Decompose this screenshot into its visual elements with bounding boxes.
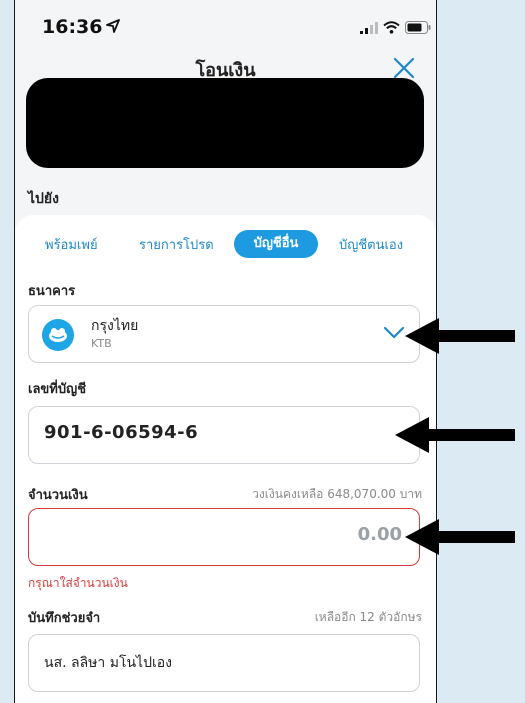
tab-favorites[interactable]: รายการโปรด (139, 234, 214, 255)
chevron-down-icon[interactable] (383, 325, 405, 344)
tab-promptpay[interactable]: พร้อมเพย์ (45, 234, 98, 255)
annotation-arrow-account (395, 417, 515, 453)
krungthai-bank-logo-icon (42, 319, 74, 351)
amount-error-text: กรุณาใส่จำนวนเงิน (28, 576, 128, 590)
account-number-value: 901-6-06594-6 (44, 422, 199, 443)
bank-select[interactable]: กรุงไทย KTB (28, 305, 420, 363)
status-bar: 16:36 (15, 0, 436, 48)
redacted-account-card (26, 78, 424, 168)
battery-icon (405, 19, 431, 38)
bank-label: ธนาคาร (28, 284, 76, 299)
bank-code: KTB (91, 337, 112, 350)
amount-field[interactable]: 0.00 (28, 508, 420, 566)
location-arrow-icon (106, 18, 120, 37)
annotation-arrow-bank (405, 318, 515, 354)
status-time: 16:36 (42, 16, 103, 38)
memo-label: บันทึกช่วยจำ (28, 611, 101, 626)
memo-value: นส. ลลิษา มโนไปเอง (44, 655, 172, 671)
memo-field[interactable]: นส. ลลิษา มโนไปเอง (28, 634, 420, 692)
annotation-arrow-amount (405, 519, 515, 555)
tab-other-account[interactable]: บัญชีอื่น (234, 230, 318, 258)
status-icons (360, 19, 431, 38)
account-number-field[interactable]: 901-6-06594-6 (28, 406, 420, 464)
wifi-icon (383, 19, 400, 38)
amount-label: จำนวนเงิน (28, 488, 88, 503)
memo-remaining-text: เหลืออีก 12 ตัวอักษร (314, 610, 422, 624)
phone-screen: 16:36 โอนเงิน ไปยัง พร้อมเพย์ รายการโปรด… (14, 0, 437, 703)
cellular-signal-icon (360, 19, 378, 38)
recipient-tabs: พร้อมเพย์ รายการโปรด บัญชีตนเอง (15, 230, 436, 258)
amount-value: 0.00 (357, 524, 402, 545)
tab-own-account[interactable]: บัญชีตนเอง (339, 234, 403, 255)
to-section-label: ไปยัง (28, 191, 59, 207)
remaining-limit-text: วงเงินคงเหลือ 648,070.00 บาท (252, 487, 422, 501)
bank-name: กรุงไทย (91, 318, 139, 334)
account-label: เลขที่บัญชี (28, 382, 87, 397)
